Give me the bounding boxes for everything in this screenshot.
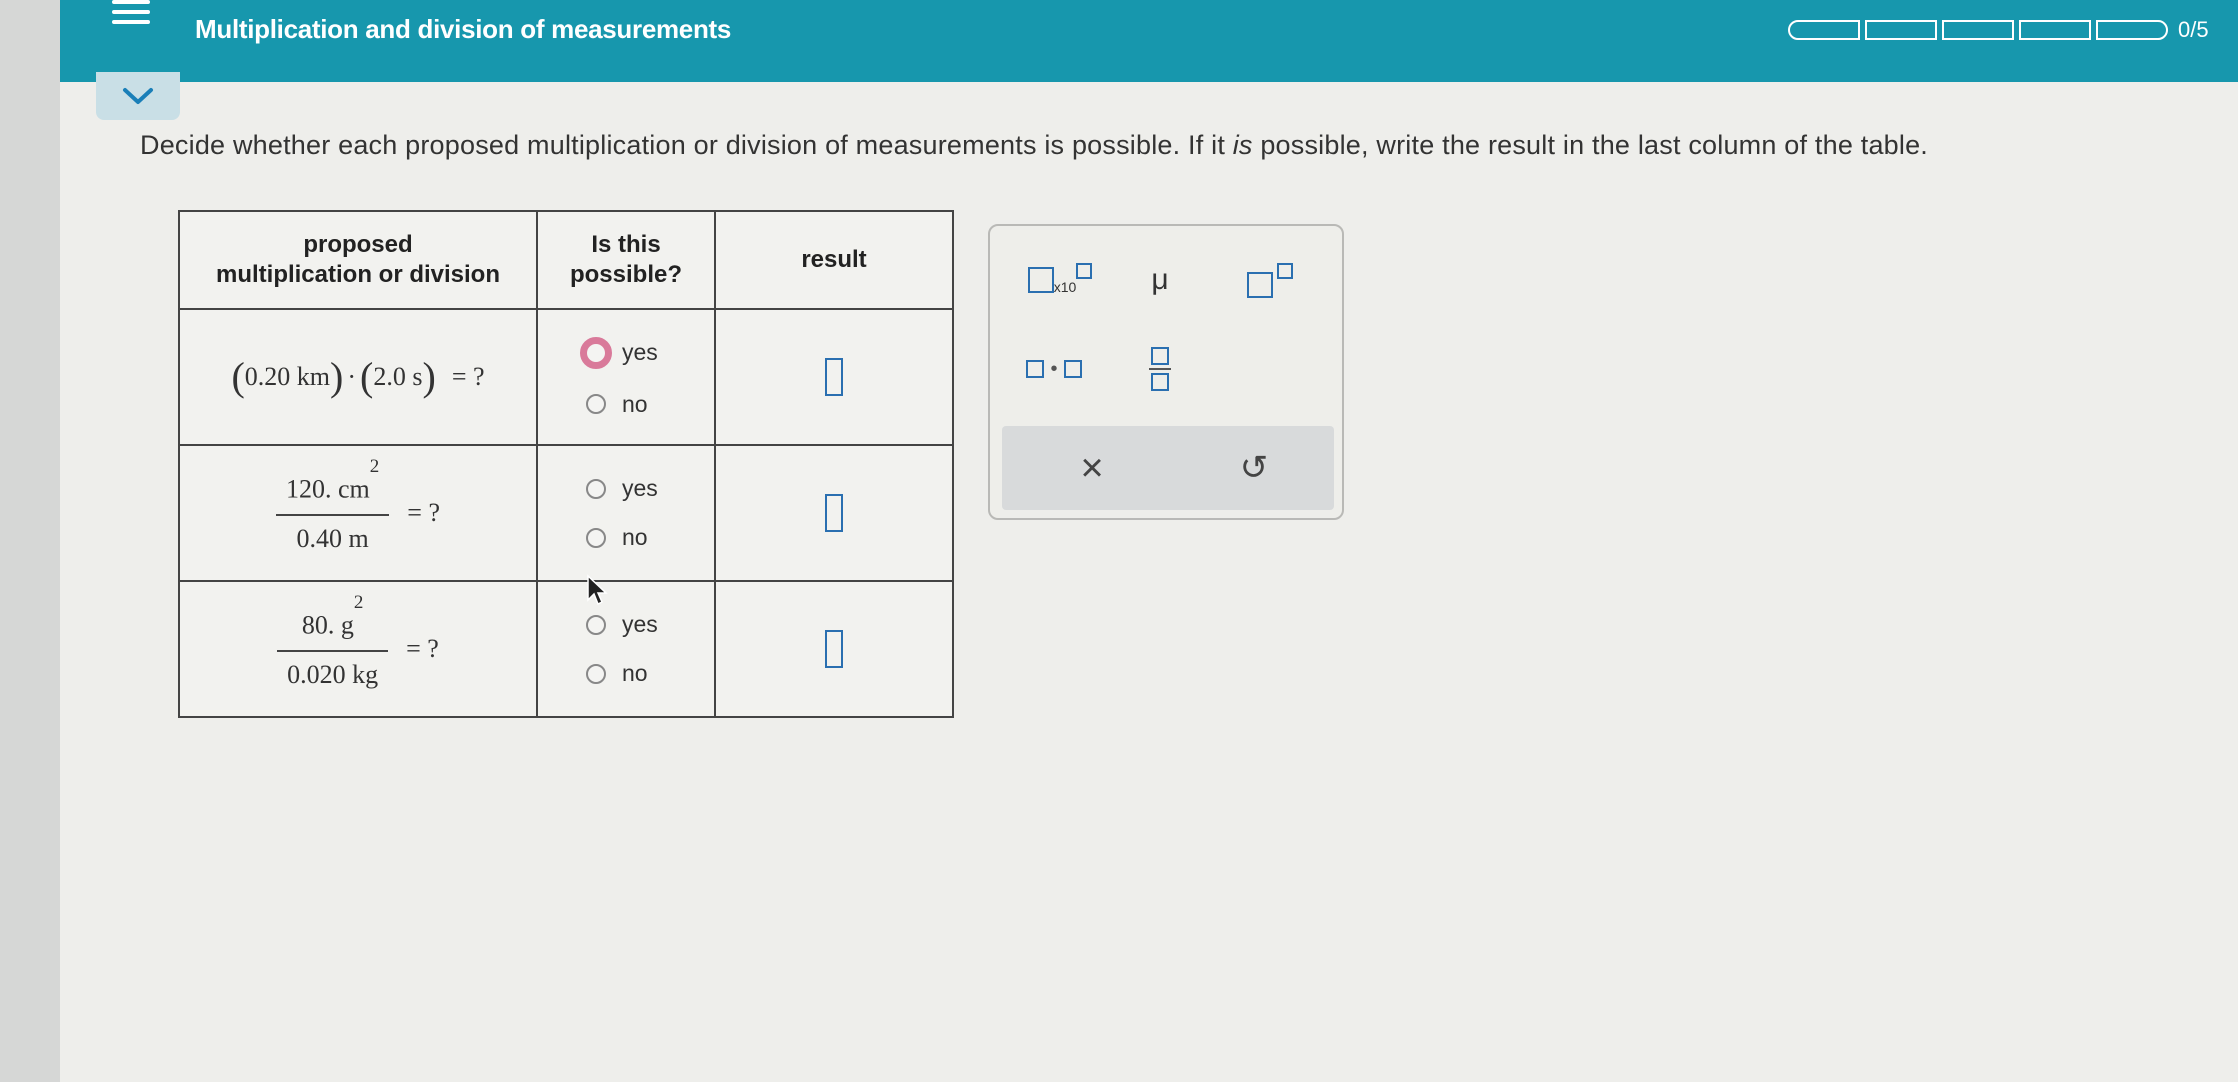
- no-radio[interactable]: [586, 527, 606, 548]
- yes-option[interactable]: yes: [586, 475, 714, 502]
- multiply-dot-button[interactable]: •: [1012, 344, 1096, 394]
- chevron-down-icon: [123, 88, 153, 104]
- yes-radio[interactable]: [586, 478, 606, 499]
- yes-option[interactable]: yes: [586, 611, 714, 638]
- result-cell: [714, 444, 954, 582]
- measurement-table: proposed multiplication or division Is t…: [178, 210, 954, 718]
- yes-radio[interactable]: [586, 614, 606, 635]
- header-result: result: [714, 210, 954, 310]
- scientific-notation-button[interactable]: x10: [1018, 252, 1102, 308]
- no-radio[interactable]: [586, 394, 606, 414]
- superscript-button[interactable]: [1234, 252, 1306, 308]
- quotient-expression: 80. g2 0.020 kg = ?: [180, 592, 536, 691]
- yes-radio[interactable]: [580, 336, 612, 369]
- progress-segment: [1788, 20, 1860, 40]
- progress-segment: [1865, 20, 1937, 40]
- fraction-button[interactable]: [1130, 336, 1190, 402]
- no-option[interactable]: no: [586, 391, 714, 418]
- question-prompt: Decide whether each proposed multiplicat…: [140, 130, 1928, 160]
- math-palette: x10 μ • × ↺: [988, 224, 1344, 520]
- header-possible: Is this possible?: [536, 210, 716, 310]
- result-cell: [714, 308, 954, 446]
- no-radio[interactable]: [586, 663, 606, 684]
- palette-actions: × ↺: [1002, 426, 1334, 510]
- product-expression: (0.20 km) · (2.0 s) = ?: [231, 354, 485, 399]
- progress-count: 0/5: [2178, 17, 2209, 42]
- table-row: (0.20 km) · (2.0 s) = ? yes no: [178, 308, 954, 446]
- result-input[interactable]: [825, 358, 843, 396]
- expression-cell: (0.20 km) · (2.0 s) = ?: [178, 308, 538, 446]
- possible-cell: yes no: [536, 444, 716, 582]
- result-input[interactable]: [825, 494, 843, 532]
- micro-button[interactable]: μ: [1130, 252, 1190, 308]
- table-row: 80. g2 0.020 kg = ? yes no: [178, 580, 954, 718]
- yes-option[interactable]: yes: [580, 336, 714, 369]
- top-bar: Multiplication and division of measureme…: [60, 0, 2238, 82]
- progress-bar: 0/5: [1788, 16, 2209, 44]
- quotient-expression: 120. cm2 0.40 m = ?: [180, 456, 536, 555]
- undo-button[interactable]: ↺: [1224, 440, 1284, 496]
- left-margin: [0, 0, 60, 1082]
- expression-cell: 120. cm2 0.40 m = ?: [178, 444, 538, 582]
- collapse-button[interactable]: [96, 72, 180, 120]
- possible-cell: yes no: [536, 580, 716, 718]
- expression-cell: 80. g2 0.020 kg = ?: [178, 580, 538, 718]
- progress-segment: [1942, 20, 2014, 40]
- no-option[interactable]: no: [586, 660, 714, 687]
- result-cell: [714, 580, 954, 718]
- menu-icon[interactable]: [112, 0, 152, 24]
- topic-title: Multiplication and division of measureme…: [195, 14, 732, 44]
- possible-cell: yes no: [536, 308, 716, 446]
- no-option[interactable]: no: [586, 524, 714, 551]
- table-row: 120. cm2 0.40 m = ? yes no: [178, 444, 954, 582]
- mouse-cursor-icon: [587, 574, 608, 606]
- progress-segment: [2019, 20, 2091, 40]
- result-input[interactable]: [825, 630, 843, 668]
- clear-button[interactable]: ×: [1062, 440, 1122, 496]
- progress-segment: [2096, 20, 2168, 40]
- header-proposed: proposed multiplication or division: [178, 210, 538, 310]
